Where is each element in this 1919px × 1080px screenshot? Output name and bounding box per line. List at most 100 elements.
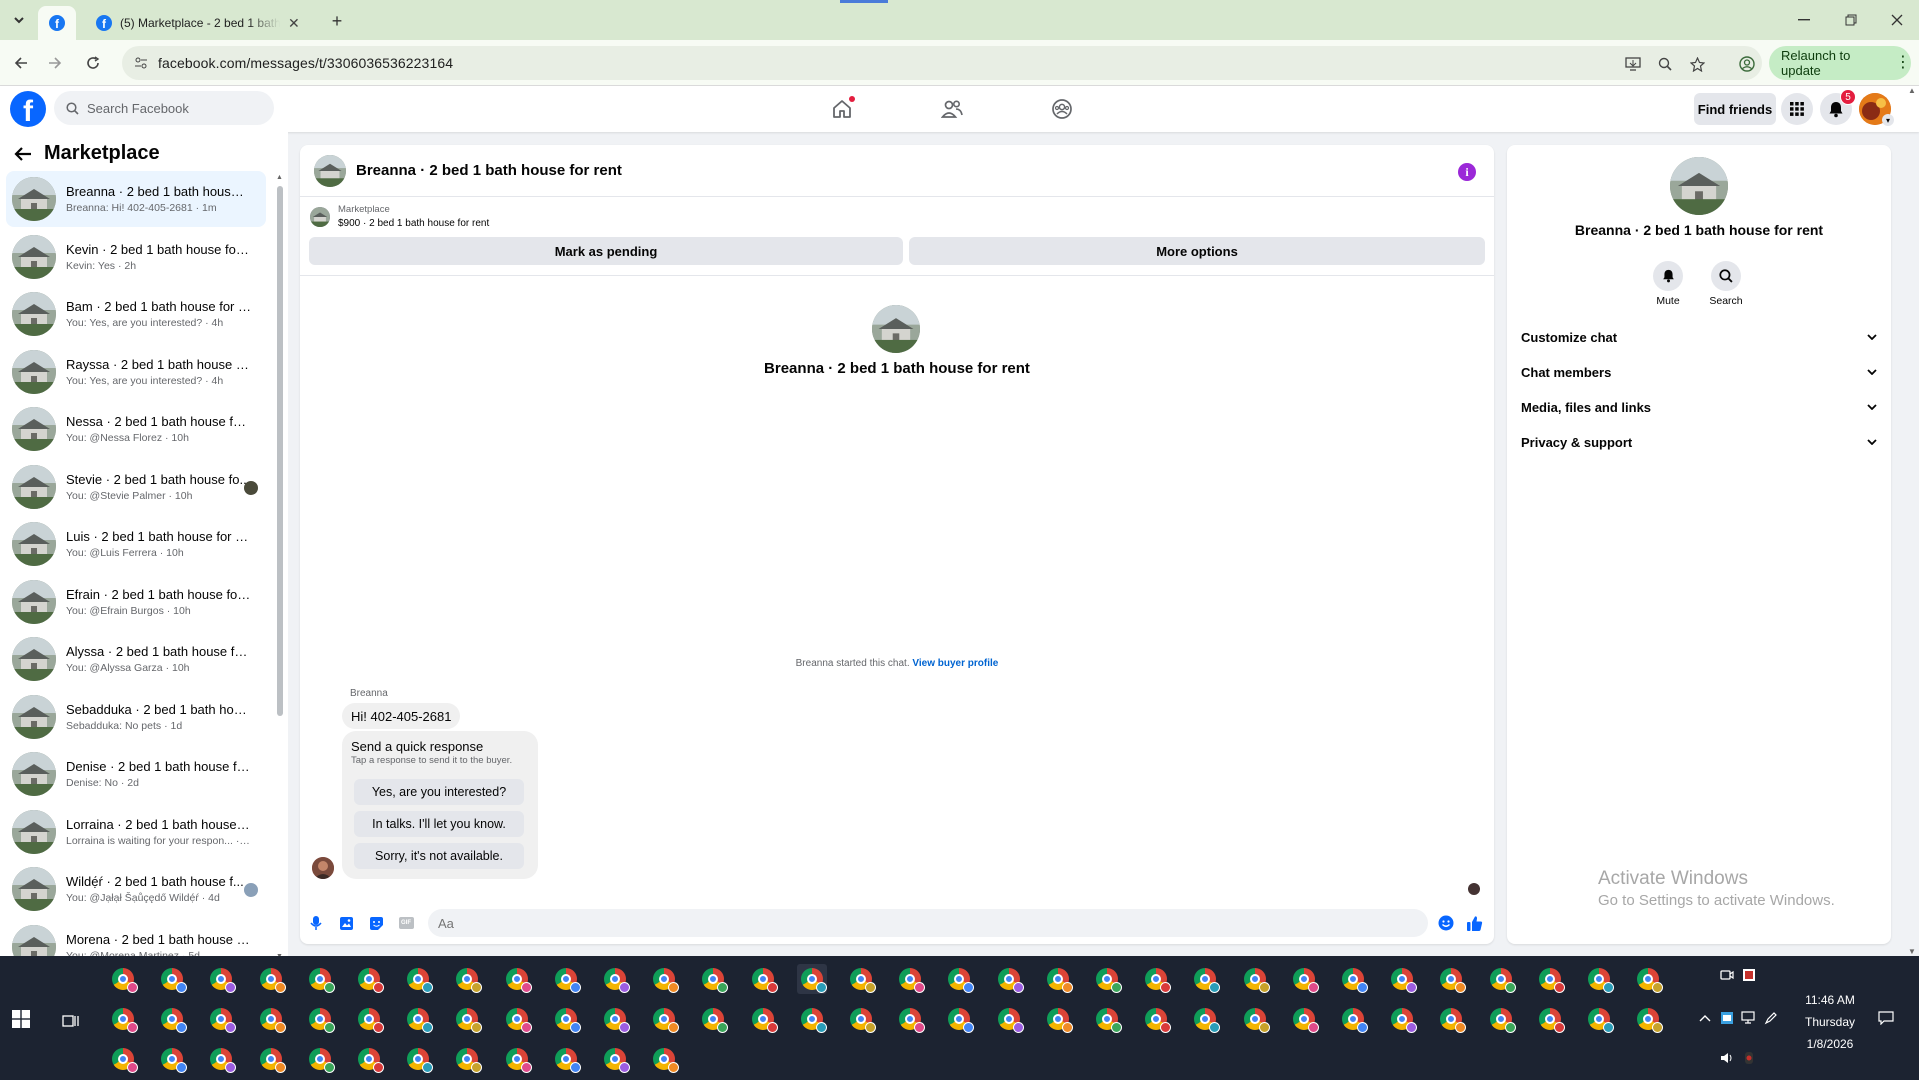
- chrome-profile-icon[interactable]: [452, 1044, 483, 1074]
- sender-avatar[interactable]: [312, 857, 334, 879]
- chrome-profile-icon[interactable]: [354, 1004, 384, 1034]
- chrome-profile-icon[interactable]: [846, 1004, 876, 1034]
- chrome-profile-icon[interactable]: [944, 964, 975, 994]
- chrome-profile-icon[interactable]: [1289, 1004, 1319, 1034]
- gif-icon[interactable]: GIF: [396, 913, 416, 933]
- conversation-item[interactable]: Alyssa · 2 bed 1 bath house for r... You:…: [6, 631, 266, 687]
- restore-icon[interactable]: [1836, 8, 1866, 32]
- chrome-profile-icon[interactable]: [944, 1004, 975, 1034]
- chrome-profile-icon[interactable]: [403, 1044, 434, 1074]
- groups-icon[interactable]: [1047, 94, 1077, 124]
- chrome-profile-icon[interactable]: [305, 1044, 335, 1074]
- tab-facebook-pinned[interactable]: f: [38, 6, 76, 40]
- friends-icon[interactable]: [937, 94, 967, 124]
- tray-record-icon[interactable]: [1734, 1043, 1764, 1073]
- chrome-profile-icon[interactable]: [452, 1004, 483, 1034]
- message-bubble[interactable]: Hi! 402-405-2681: [342, 703, 461, 729]
- chrome-profile-icon[interactable]: [1387, 1004, 1418, 1034]
- tab-search-icon[interactable]: [8, 9, 30, 31]
- chrome-profile-icon[interactable]: [1092, 964, 1122, 994]
- account-chevron-icon[interactable]: ▾: [1882, 114, 1894, 126]
- chrome-profile-icon[interactable]: [698, 1004, 729, 1034]
- chrome-profile-icon[interactable]: [895, 964, 926, 994]
- chrome-profile-icon[interactable]: [1535, 1004, 1565, 1034]
- chrome-profile-icon[interactable]: [403, 1004, 434, 1034]
- windows-start-icon[interactable]: [12, 1010, 34, 1032]
- profile-icon[interactable]: [1737, 54, 1757, 74]
- chrome-profile-icon[interactable]: [698, 964, 729, 994]
- chrome-profile-icon[interactable]: [1486, 964, 1516, 994]
- conversation-item[interactable]: Sebadduka · 2 bed 1 bath house... Sebaddu…: [6, 689, 266, 745]
- mute-button[interactable]: Mute: [1638, 261, 1698, 307]
- chrome-profile-icon[interactable]: [846, 964, 876, 994]
- chrome-profile-icon[interactable]: [1338, 1004, 1368, 1034]
- chrome-profile-icon[interactable]: [502, 1004, 532, 1034]
- find-friends-button[interactable]: Find friends: [1694, 93, 1776, 125]
- chrome-profile-icon[interactable]: [600, 1004, 630, 1034]
- quick-response-button[interactable]: In talks. I'll let you know.: [354, 811, 524, 837]
- facebook-logo-icon[interactable]: f: [10, 91, 46, 127]
- task-view-icon[interactable]: [56, 1006, 86, 1036]
- photo-icon[interactable]: [336, 913, 356, 933]
- tab-close-icon[interactable]: ✕: [288, 15, 300, 32]
- chrome-profile-icon[interactable]: [1190, 1004, 1221, 1034]
- conversation-item[interactable]: Lorraina · 2 bed 1 bath house fo... Lorra…: [6, 804, 266, 860]
- notification-center-icon[interactable]: [1871, 1003, 1901, 1033]
- chrome-profile-icon[interactable]: [354, 1044, 384, 1074]
- chrome-profile-icon[interactable]: [452, 964, 483, 994]
- chrome-profile-icon[interactable]: [1240, 964, 1270, 994]
- home-icon[interactable]: [827, 94, 857, 124]
- chrome-profile-icon[interactable]: [796, 964, 827, 994]
- conversation-item[interactable]: Wildẹ́ŕ · 2 bed 1 bath house f... You: @J…: [6, 861, 266, 917]
- details-avatar[interactable]: [1670, 157, 1728, 215]
- chrome-profile-icon[interactable]: [256, 1044, 286, 1074]
- more-options-button[interactable]: More options: [909, 237, 1485, 265]
- chrome-profile-icon[interactable]: [1584, 964, 1614, 994]
- chrome-profile-icon[interactable]: [895, 1004, 926, 1034]
- info-icon[interactable]: i: [1458, 163, 1476, 181]
- chrome-profile-icon[interactable]: [157, 1004, 188, 1034]
- install-app-icon[interactable]: [1623, 54, 1643, 74]
- chat-header-avatar[interactable]: [314, 154, 346, 187]
- page-scrollbar[interactable]: ▲ ▼: [1905, 86, 1919, 956]
- chrome-profile-icon[interactable]: [748, 964, 778, 994]
- back-icon[interactable]: [10, 52, 32, 74]
- tab-marketplace[interactable]: f (5) Marketplace - 2 bed 1 bath house f…: [86, 6, 322, 40]
- listing-strip[interactable]: Marketplace $900 · 2 bed 1 bath house fo…: [308, 201, 1488, 233]
- conversation-item[interactable]: Rayssa · 2 bed 1 bath house for ... You: …: [6, 344, 266, 400]
- view-buyer-profile-link[interactable]: View buyer profile: [912, 658, 998, 669]
- privacy-support-row[interactable]: Privacy & support: [1517, 428, 1883, 456]
- chrome-profile-icon[interactable]: [157, 964, 188, 994]
- customize-chat-row[interactable]: Customize chat: [1517, 323, 1883, 351]
- chrome-profile-icon[interactable]: [1190, 964, 1221, 994]
- scrollbar-thumb[interactable]: [277, 186, 283, 716]
- emoji-icon[interactable]: [1436, 913, 1456, 933]
- chrome-profile-icon[interactable]: [1436, 1004, 1467, 1034]
- pen-icon[interactable]: [1756, 1003, 1786, 1033]
- chrome-profile-icon[interactable]: [994, 1004, 1024, 1034]
- chrome-profile-icon[interactable]: [1486, 1004, 1516, 1034]
- tray-app-icon[interactable]: [1734, 960, 1764, 990]
- chrome-profile-icon[interactable]: [206, 1004, 237, 1034]
- chrome-profile-icon[interactable]: [1043, 1004, 1073, 1034]
- clock[interactable]: 11:46 AM Thursday 1/8/2026: [1790, 989, 1870, 1055]
- chrome-profile-icon[interactable]: [1240, 1004, 1270, 1034]
- chrome-profile-icon[interactable]: [600, 1044, 630, 1074]
- conversation-item[interactable]: Luis · 2 bed 1 bath house for rent You: @…: [6, 516, 266, 572]
- chrome-profile-icon[interactable]: [551, 1004, 581, 1034]
- chat-header[interactable]: Breanna · 2 bed 1 bath house for rent: [300, 145, 1494, 197]
- menu-grid-icon[interactable]: [1781, 93, 1813, 125]
- chrome-profile-icon[interactable]: [256, 964, 286, 994]
- chrome-profile-icon[interactable]: [1436, 964, 1467, 994]
- chrome-profile-icon[interactable]: [403, 964, 434, 994]
- site-info-icon[interactable]: [134, 56, 148, 70]
- chrome-profile-icon[interactable]: [551, 964, 581, 994]
- buyer-avatar-large[interactable]: [872, 305, 920, 353]
- new-tab-button[interactable]: +: [326, 10, 348, 32]
- chrome-profile-icon[interactable]: [502, 1044, 532, 1074]
- chrome-profile-icon[interactable]: [157, 1044, 188, 1074]
- search-facebook-field[interactable]: Search Facebook: [54, 91, 274, 125]
- chrome-profile-icon[interactable]: [305, 1004, 335, 1034]
- mark-as-pending-button[interactable]: Mark as pending: [309, 237, 903, 265]
- chrome-profile-icon[interactable]: [1633, 964, 1664, 994]
